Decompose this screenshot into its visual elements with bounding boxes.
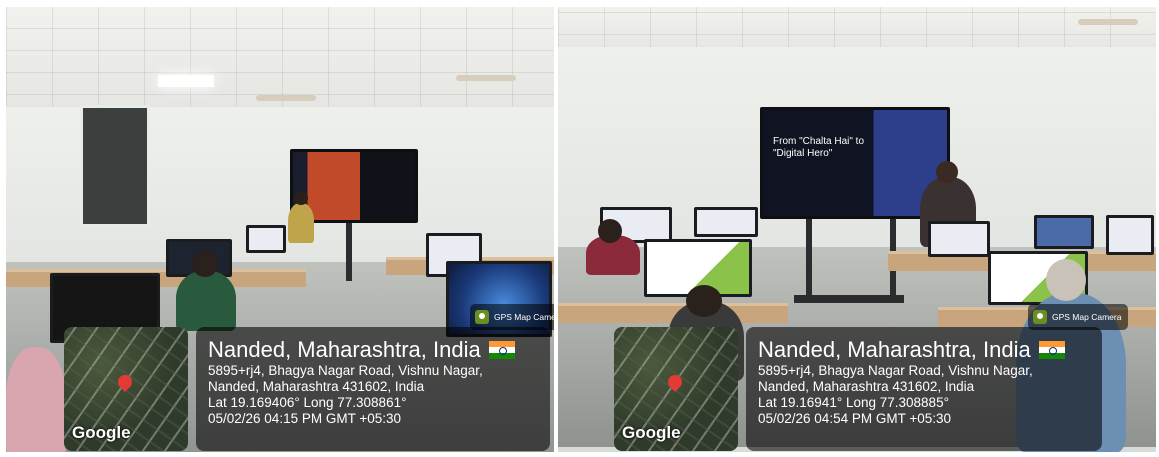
computer-monitor: [928, 221, 990, 257]
address-line-1: 5895+rj4, Bhagya Nagar Road, Vishnu Naga…: [208, 363, 483, 378]
computer-monitor: [694, 207, 758, 237]
location-title: Nanded, Maharashtra, India: [208, 337, 540, 363]
ceiling-light: [158, 75, 214, 87]
computer-monitor: [1106, 215, 1154, 255]
address-line-1: 5895+rj4, Bhagya Nagar Road, Vishnu Naga…: [758, 363, 1033, 378]
ceiling-fan: [1078, 19, 1138, 25]
location-info-box: Nanded, Maharashtra, India 5895+rj4, Bha…: [196, 327, 550, 451]
student-head: [598, 219, 622, 243]
student-head: [1046, 259, 1086, 301]
screen-stand: [806, 219, 812, 299]
computer-monitor: [1034, 215, 1094, 249]
timestamp: 05/02/26 04:54 PM GMT +05:30: [758, 411, 952, 426]
student: [176, 271, 236, 331]
map-pin-icon: [115, 372, 135, 392]
timestamp: 05/02/26 04:15 PM GMT +05:30: [208, 411, 402, 426]
map-thumbnail: Google: [64, 327, 188, 451]
map-thumbnail: Google: [614, 327, 738, 451]
ceiling-fan: [256, 95, 316, 101]
location-title-text: Nanded, Maharashtra, India: [758, 337, 1031, 362]
photo-computer-lab-left: GPS Map Camera Google Nanded, Maharashtr…: [6, 7, 554, 452]
student-head: [686, 285, 722, 317]
slide-title: From "Chalta Hai" to "Digital Hero": [773, 136, 865, 159]
map-pin-icon: [665, 372, 685, 392]
badge-label: GPS Map Camera: [1052, 312, 1122, 322]
photo-computer-lab-right: From "Chalta Hai" to "Digital Hero" GPS …: [558, 7, 1156, 452]
camera-icon: [1033, 310, 1047, 324]
address-line-2: Nanded, Maharashtra 431602, India: [208, 379, 425, 394]
window: [80, 105, 150, 227]
badge-label: GPS Map Camera: [494, 312, 554, 322]
location-title-text: Nanded, Maharashtra, India: [208, 337, 481, 362]
india-flag-icon: [488, 341, 515, 359]
india-flag-icon: [1038, 341, 1065, 359]
coordinates: Lat 19.16941° Long 77.308885°: [758, 395, 949, 410]
student-head: [192, 251, 218, 277]
screen-stand-base: [794, 295, 904, 303]
computer-monitor: [246, 225, 286, 253]
presenter: [288, 203, 314, 243]
presenter-head: [936, 161, 958, 183]
camera-icon: [475, 310, 489, 324]
coordinates: Lat 19.169406° Long 77.308861°: [208, 395, 407, 410]
location-info-box: Nanded, Maharashtra, India 5895+rj4, Bha…: [746, 327, 1102, 451]
presenter-head: [294, 191, 308, 205]
screen-stand: [346, 223, 352, 281]
student: [6, 347, 66, 452]
location-title: Nanded, Maharashtra, India: [758, 337, 1092, 363]
ceiling-fan: [456, 75, 516, 81]
map-logo: Google: [72, 423, 131, 442]
address-line-2: Nanded, Maharashtra 431602, India: [758, 379, 975, 394]
map-logo: Google: [622, 423, 681, 442]
